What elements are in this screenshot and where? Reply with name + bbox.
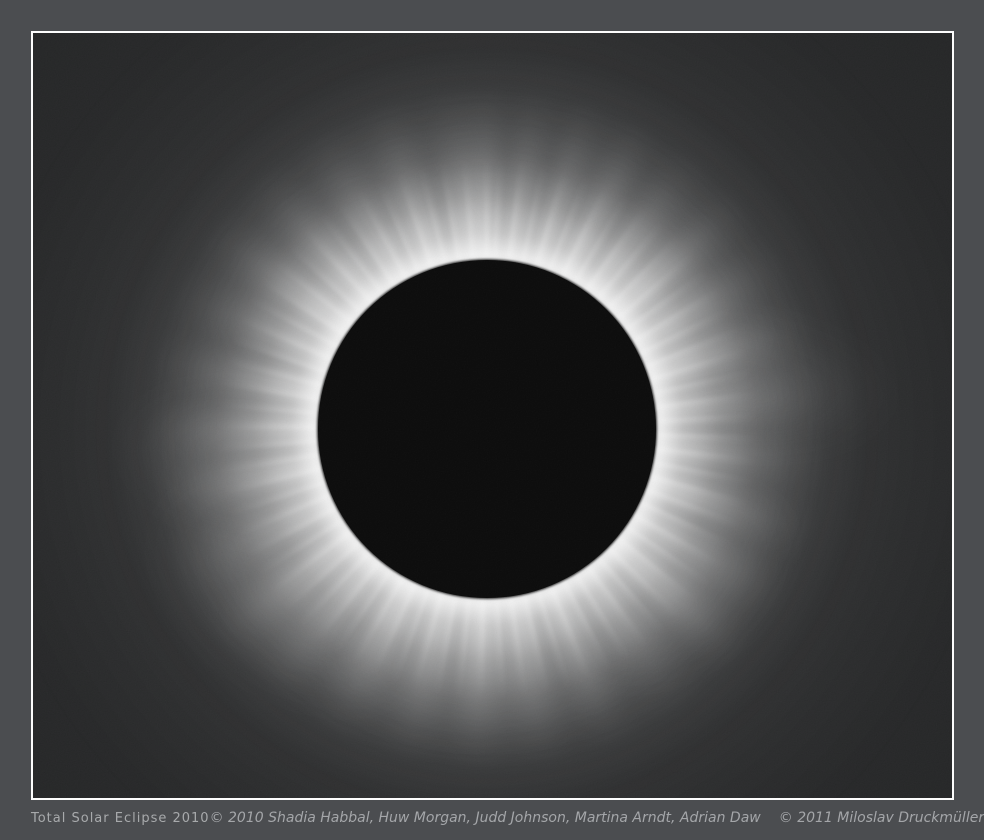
photo-title: Total Solar Eclipse 2010	[31, 811, 210, 826]
eclipse-page: Total Solar Eclipse 2010 © 2010 Shadia H…	[0, 0, 984, 840]
night-sky-background	[33, 33, 952, 798]
moon-silhouette	[318, 260, 656, 598]
eclipse-photo	[31, 31, 954, 800]
copyright-observers: © 2010 Shadia Habbal, Huw Morgan, Judd J…	[210, 810, 761, 826]
caption-bar: Total Solar Eclipse 2010 © 2010 Shadia H…	[31, 806, 954, 830]
photo-credits: © 2010 Shadia Habbal, Huw Morgan, Judd J…	[210, 810, 984, 826]
copyright-processing: © 2011 Miloslav Druckmüller	[779, 810, 984, 826]
